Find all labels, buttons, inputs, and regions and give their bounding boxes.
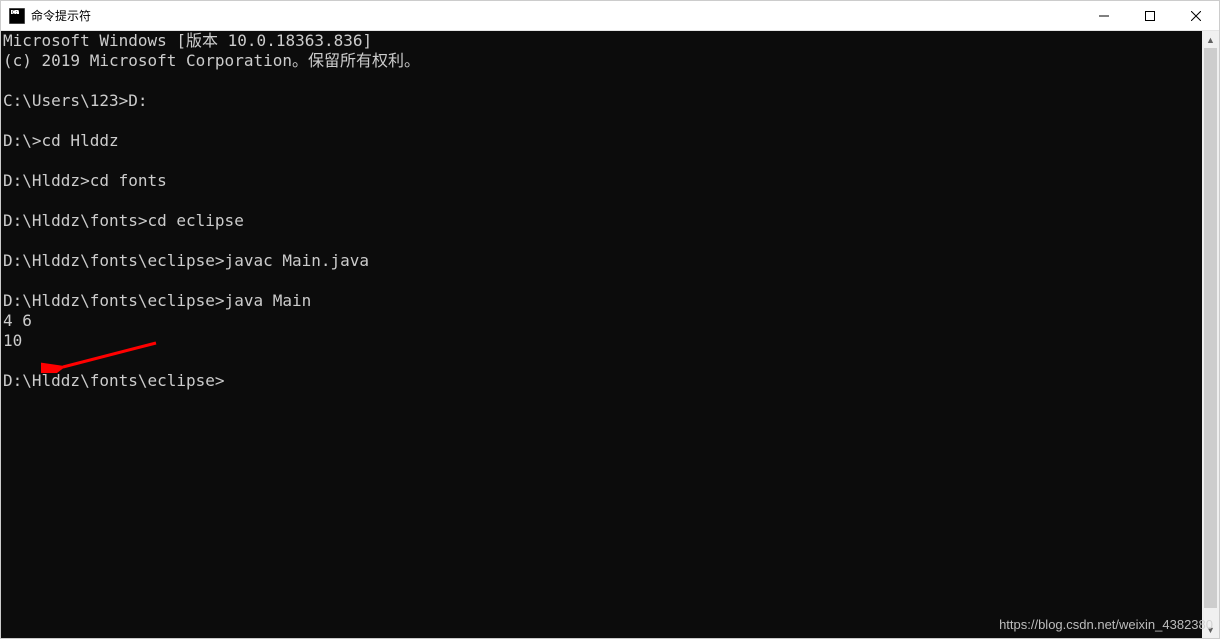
scrollbar-track[interactable]	[1202, 48, 1219, 621]
window-controls	[1081, 1, 1219, 30]
terminal-line: D:\Hlddz\fonts\eclipse>	[3, 371, 1198, 391]
terminal-output[interactable]: Microsoft Windows [版本 10.0.18363.836](c)…	[1, 31, 1202, 638]
terminal-line	[3, 271, 1198, 291]
terminal-line	[3, 351, 1198, 371]
terminal-line	[3, 111, 1198, 131]
scrollbar-up-arrow-icon[interactable]: ▲	[1202, 31, 1219, 48]
minimize-button[interactable]	[1081, 1, 1127, 30]
maximize-button[interactable]	[1127, 1, 1173, 30]
svg-text:C:\: C:\	[12, 10, 21, 16]
terminal-line: (c) 2019 Microsoft Corporation。保留所有权利。	[3, 51, 1198, 71]
terminal-line: D:\>cd Hlddz	[3, 131, 1198, 151]
terminal-line: C:\Users\123>D:	[3, 91, 1198, 111]
terminal-line: D:\Hlddz>cd fonts	[3, 171, 1198, 191]
vertical-scrollbar[interactable]: ▲ ▼	[1202, 31, 1219, 638]
cmd-icon: C:\	[9, 8, 25, 24]
terminal-line: D:\Hlddz\fonts>cd eclipse	[3, 211, 1198, 231]
terminal-line	[3, 71, 1198, 91]
terminal-line: 10	[3, 331, 1198, 351]
terminal-line: 4 6	[3, 311, 1198, 331]
terminal-line: D:\Hlddz\fonts\eclipse>java Main	[3, 291, 1198, 311]
terminal-line	[3, 151, 1198, 171]
watermark-text: https://blog.csdn.net/weixin_4382380	[999, 617, 1213, 632]
close-button[interactable]	[1173, 1, 1219, 30]
terminal-line	[3, 191, 1198, 211]
terminal-area: Microsoft Windows [版本 10.0.18363.836](c)…	[1, 31, 1219, 638]
scrollbar-thumb[interactable]	[1204, 48, 1217, 608]
terminal-line: Microsoft Windows [版本 10.0.18363.836]	[3, 31, 1198, 51]
terminal-line: D:\Hlddz\fonts\eclipse>javac Main.java	[3, 251, 1198, 271]
terminal-line	[3, 231, 1198, 251]
window: C:\ 命令提示符 Microsoft Windows [版本 10.0.183…	[0, 0, 1220, 639]
window-title: 命令提示符	[31, 7, 1081, 24]
titlebar[interactable]: C:\ 命令提示符	[1, 1, 1219, 31]
